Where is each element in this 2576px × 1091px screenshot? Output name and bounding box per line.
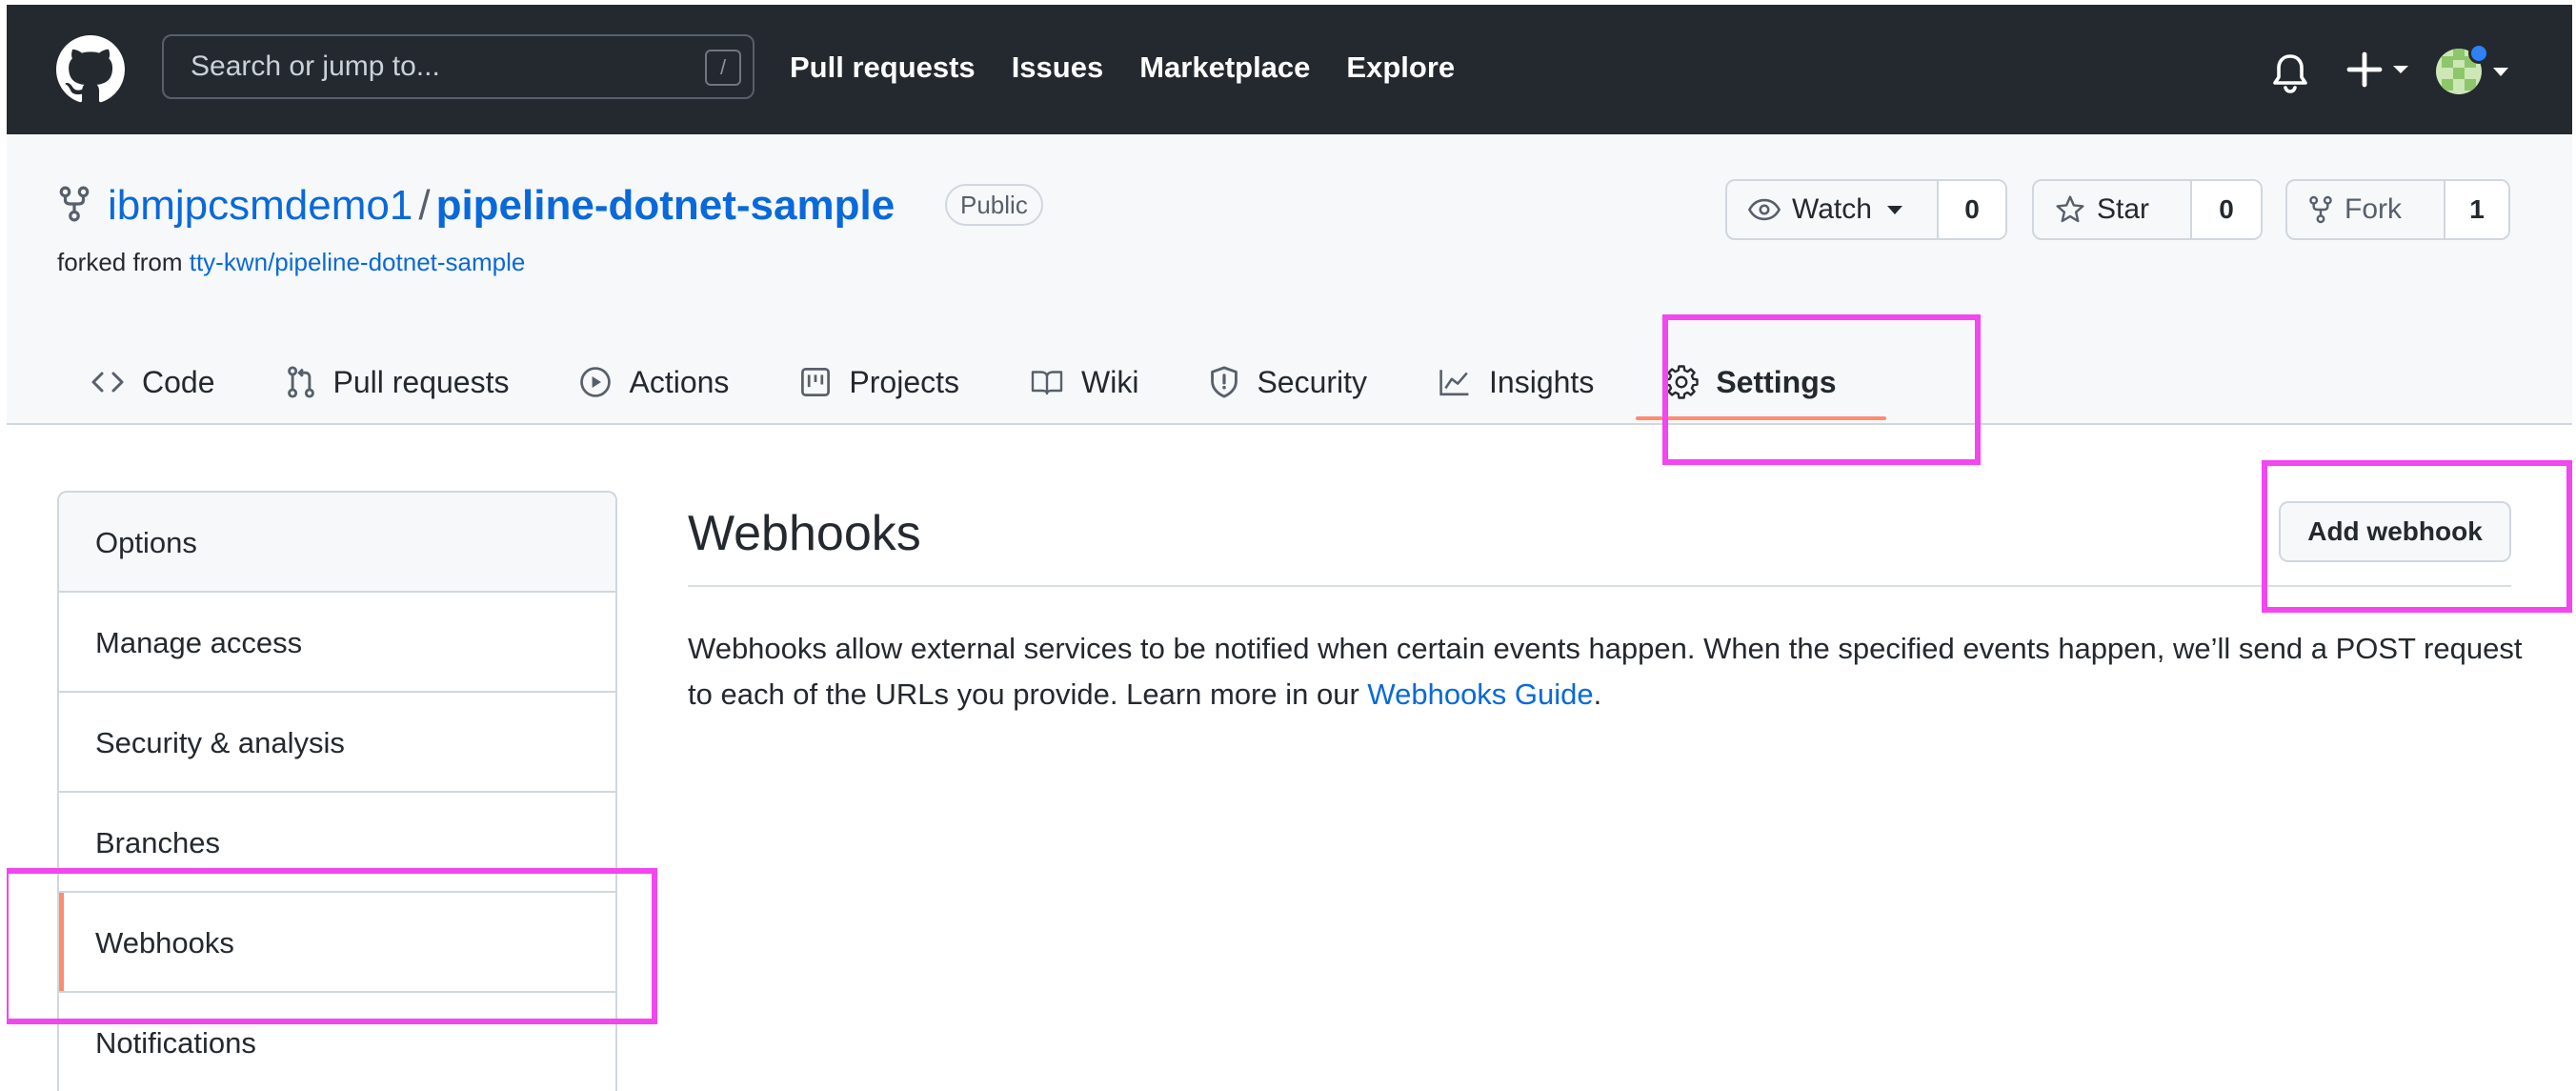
repo-tabs: Code Pull requests Actions Projects Wiki…	[91, 344, 1907, 420]
tab-code-label: Code	[142, 364, 215, 399]
sidebar-item-manage-access[interactable]: Manage access	[59, 593, 615, 693]
tab-wiki-label: Wiki	[1081, 364, 1139, 399]
notification-dot	[2468, 43, 2489, 64]
tab-security[interactable]: Security	[1209, 344, 1367, 420]
global-nav: Pull requests Issues Marketplace Explore	[790, 51, 1455, 85]
nav-marketplace[interactable]: Marketplace	[1139, 51, 1310, 85]
global-header: / Pull requests Issues Marketplace Explo…	[7, 5, 2572, 134]
star-icon	[2056, 195, 2084, 223]
slash-shortcut-hint: /	[705, 50, 741, 86]
watch-button[interactable]: Watch	[1727, 181, 1939, 238]
nav-explore[interactable]: Explore	[1346, 51, 1455, 85]
page-title: Webhooks	[688, 506, 921, 561]
sidebar-item-webhooks[interactable]: Webhooks	[59, 893, 615, 993]
forked-from-label: forked from	[57, 248, 183, 276]
tab-insights[interactable]: Insights	[1438, 344, 1594, 420]
pull-request-icon	[287, 366, 314, 398]
fork-button[interactable]: Fork	[2287, 181, 2445, 238]
tab-pull-requests[interactable]: Pull requests	[286, 344, 510, 420]
add-webhook-button[interactable]: Add webhook	[2279, 501, 2511, 562]
create-new-plus-icon[interactable]	[2345, 49, 2416, 91]
tab-projects[interactable]: Projects	[799, 344, 959, 420]
search-box[interactable]: /	[162, 34, 755, 99]
screenshot-frame: / Pull requests Issues Marketplace Explo…	[7, 5, 2572, 1091]
repo-name-link[interactable]: pipeline-dotnet-sample	[436, 182, 896, 229]
webhooks-description: Webhooks allow external services to be n…	[688, 626, 2526, 717]
github-logo-icon[interactable]	[56, 35, 125, 104]
description-text: Webhooks allow external services to be n…	[688, 632, 2523, 711]
star-button-group: Star 0	[2032, 179, 2263, 240]
eye-icon	[1748, 198, 1781, 221]
search-input[interactable]	[164, 36, 753, 97]
fork-count[interactable]: 1	[2445, 181, 2508, 238]
graph-icon	[1439, 370, 1469, 396]
repo-header: ibmjpcsmdemo1/pipeline-dotnet-sample Pub…	[7, 134, 2572, 425]
fork-button-group: Fork 1	[2285, 179, 2510, 240]
description-end: .	[1593, 677, 1602, 711]
tab-pull-requests-label: Pull requests	[332, 364, 510, 399]
sidebar-item-security-analysis[interactable]: Security & analysis	[59, 693, 615, 793]
code-icon	[91, 372, 124, 393]
chevron-down-icon	[1886, 205, 1902, 214]
tab-insights-label: Insights	[1489, 364, 1595, 399]
play-icon	[580, 367, 612, 397]
bell-icon[interactable]	[2271, 52, 2309, 94]
star-button[interactable]: Star	[2034, 181, 2192, 238]
repo-title: ibmjpcsmdemo1/pipeline-dotnet-sample	[108, 182, 895, 230]
watch-count[interactable]: 0	[1939, 181, 2005, 238]
watch-label: Watch	[1792, 193, 1872, 225]
gear-icon	[1664, 365, 1700, 399]
visibility-badge: Public	[945, 184, 1043, 226]
sidebar-item-branches[interactable]: Branches	[59, 793, 615, 893]
project-icon	[801, 368, 831, 396]
tab-actions[interactable]: Actions	[579, 344, 729, 420]
shield-icon	[1211, 366, 1238, 398]
webhooks-guide-link[interactable]: Webhooks Guide	[1367, 677, 1593, 711]
chevron-down-icon[interactable]	[2493, 68, 2508, 76]
repo-owner-link[interactable]: ibmjpcsmdemo1	[108, 182, 413, 229]
nav-issues[interactable]: Issues	[1012, 51, 1104, 85]
forked-from-link[interactable]: tty-kwn/pipeline-dotnet-sample	[190, 248, 526, 276]
forked-from: forked from tty-kwn/pipeline-dotnet-samp…	[57, 248, 525, 277]
user-menu[interactable]	[2436, 43, 2512, 100]
nav-pull-requests[interactable]: Pull requests	[790, 51, 976, 85]
sidebar-item-options[interactable]: Options	[59, 493, 615, 593]
fork-label: Fork	[2345, 193, 2402, 225]
divider	[688, 585, 2511, 587]
tab-projects-label: Projects	[849, 364, 960, 399]
tab-settings[interactable]: Settings	[1636, 344, 1886, 420]
tab-actions-label: Actions	[629, 364, 730, 399]
star-count[interactable]: 0	[2192, 181, 2261, 238]
repo-separator: /	[418, 182, 431, 229]
repo-forked-icon	[59, 186, 90, 222]
watch-button-group: Watch 0	[1725, 179, 2007, 240]
tab-settings-label: Settings	[1716, 364, 1837, 399]
repo-forked-icon	[2309, 195, 2332, 224]
settings-sidebar: Options Manage access Security & analysi…	[57, 491, 617, 1091]
sidebar-item-notifications[interactable]: Notifications	[59, 993, 615, 1091]
tab-code[interactable]: Code	[91, 344, 215, 420]
book-icon	[1031, 371, 1063, 395]
star-label: Star	[2097, 193, 2150, 225]
tab-wiki[interactable]: Wiki	[1030, 344, 1138, 420]
tab-security-label: Security	[1257, 364, 1368, 399]
